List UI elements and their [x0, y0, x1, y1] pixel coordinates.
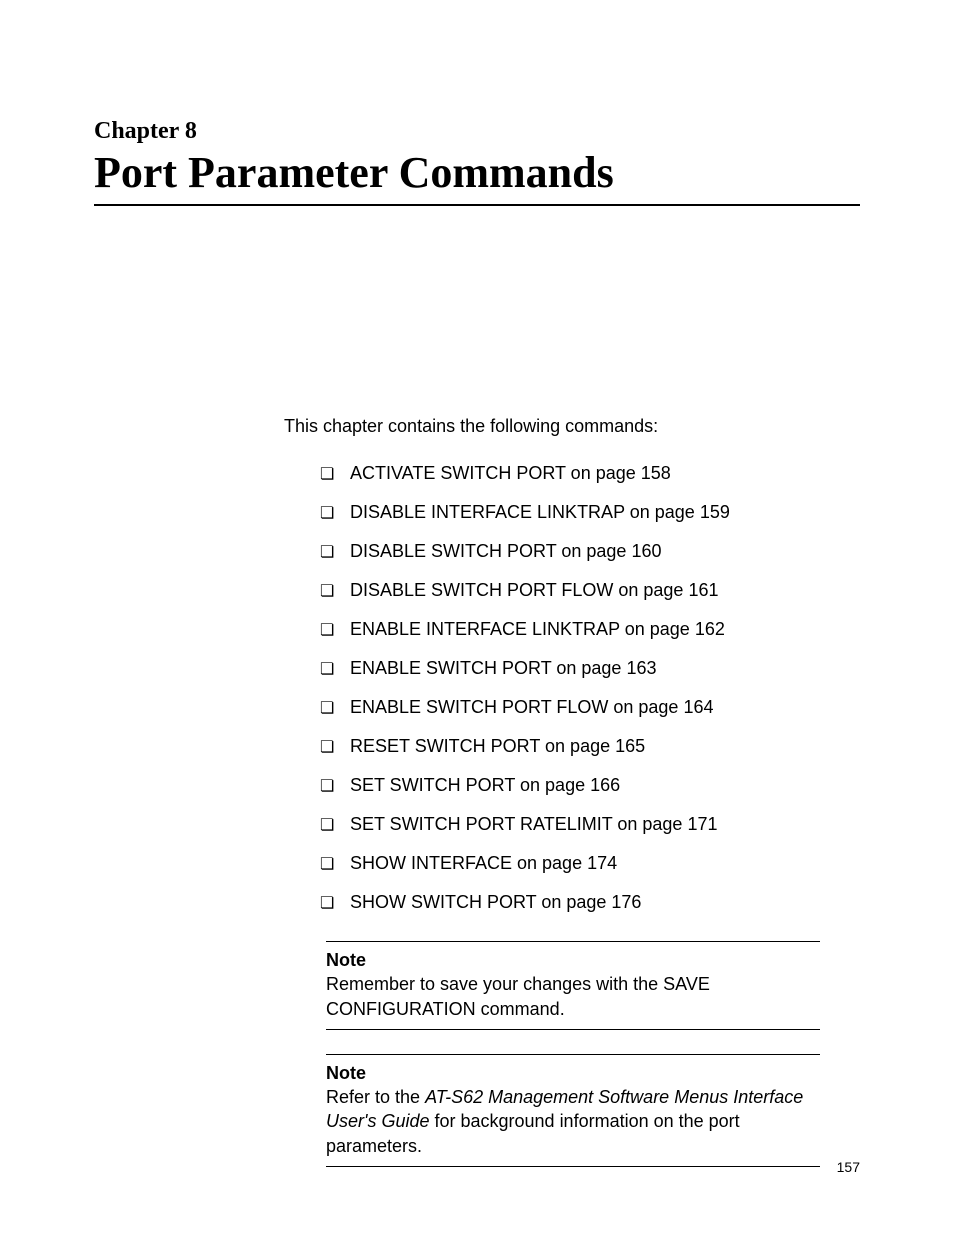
list-item: SHOW SWITCH PORT on page 176: [320, 892, 860, 913]
list-item: ENABLE INTERFACE LINKTRAP on page 162: [320, 619, 860, 640]
document-page: Chapter 8 Port Parameter Commands This c…: [0, 0, 954, 1167]
list-item: RESET SWITCH PORT on page 165: [320, 736, 860, 757]
list-item: ENABLE SWITCH PORT FLOW on page 164: [320, 697, 860, 718]
page-number: 157: [837, 1159, 860, 1175]
note-body-prefix: Refer to the: [326, 1087, 425, 1107]
note-label: Note: [326, 1063, 366, 1083]
note-block: Note Refer to the AT-S62 Management Soft…: [326, 1054, 820, 1167]
note-body: Remember to save your changes with the S…: [326, 974, 710, 1018]
note-label: Note: [326, 950, 366, 970]
list-item: ENABLE SWITCH PORT on page 163: [320, 658, 860, 679]
chapter-label: Chapter 8: [94, 118, 860, 145]
intro-text: This chapter contains the following comm…: [284, 416, 860, 437]
list-item: DISABLE SWITCH PORT FLOW on page 161: [320, 580, 860, 601]
note-block: Note Remember to save your changes with …: [326, 941, 820, 1030]
command-list: ACTIVATE SWITCH PORT on page 158 DISABLE…: [320, 463, 860, 913]
list-item: SHOW INTERFACE on page 174: [320, 853, 860, 874]
list-item: DISABLE SWITCH PORT on page 160: [320, 541, 860, 562]
list-item: ACTIVATE SWITCH PORT on page 158: [320, 463, 860, 484]
chapter-title: Port Parameter Commands: [94, 147, 860, 206]
list-item: SET SWITCH PORT on page 166: [320, 775, 860, 796]
list-item: DISABLE INTERFACE LINKTRAP on page 159: [320, 502, 860, 523]
list-item: SET SWITCH PORT RATELIMIT on page 171: [320, 814, 860, 835]
